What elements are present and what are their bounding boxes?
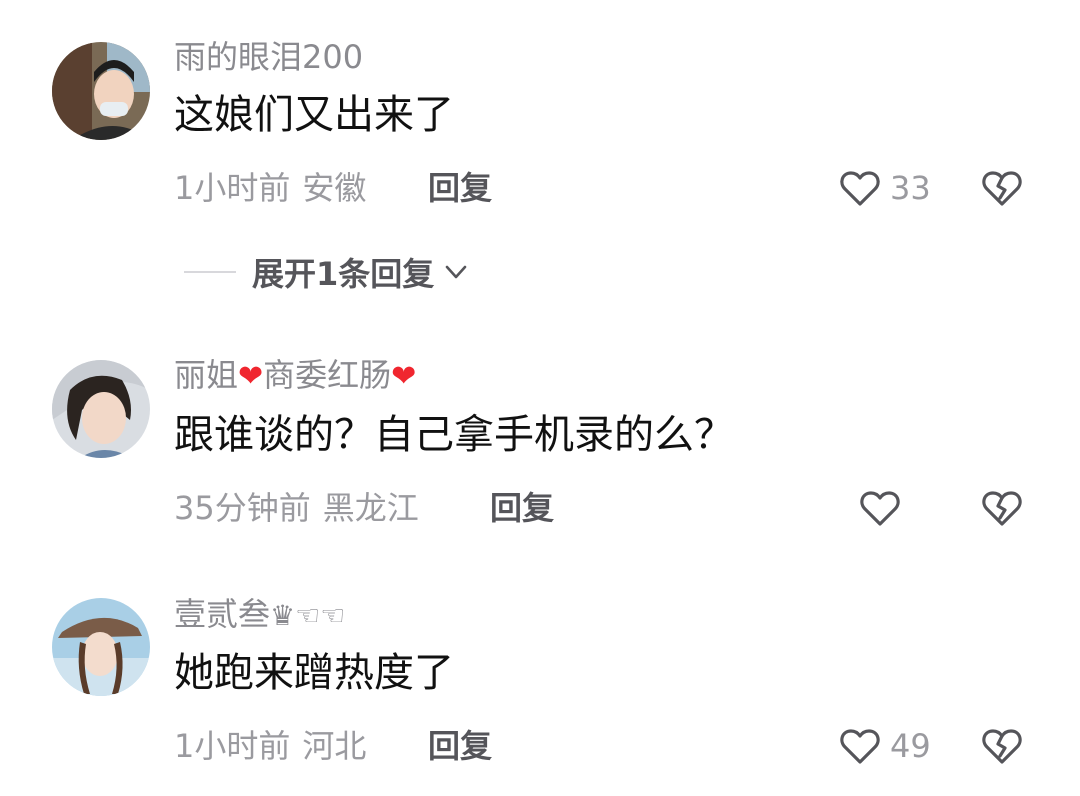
broken-heart-icon bbox=[982, 491, 1022, 526]
comment-meta: 1小时前 河北 bbox=[174, 726, 366, 766]
like-button[interactable] bbox=[858, 486, 910, 530]
like-count: 49 bbox=[890, 727, 931, 765]
comment-location: 黑龙江 bbox=[322, 489, 419, 527]
comment-time: 1小时前 bbox=[174, 727, 291, 765]
like-count: 33 bbox=[890, 169, 931, 207]
crown-emoji-icon: ♛☜☜ bbox=[270, 599, 346, 632]
username-part: 壹贰叁 bbox=[174, 595, 271, 633]
comment-location: 河北 bbox=[302, 727, 367, 765]
chevron-down-icon bbox=[445, 265, 467, 279]
expand-replies-button[interactable]: 展开1条回复 bbox=[184, 248, 470, 296]
username[interactable]: 壹贰叁♛☜☜ bbox=[174, 594, 345, 636]
like-button[interactable]: 49 bbox=[838, 724, 931, 768]
username-part: 商委红肠 bbox=[263, 356, 392, 394]
heart-outline-icon bbox=[840, 729, 880, 764]
username-part: 丽姐 bbox=[174, 356, 239, 394]
dislike-button[interactable] bbox=[980, 166, 1024, 210]
dislike-button[interactable] bbox=[980, 486, 1024, 530]
comment-text: 这娘们又出来了 bbox=[174, 92, 454, 138]
comment-text: 她跑来蹭热度了 bbox=[174, 650, 454, 696]
broken-heart-icon bbox=[982, 729, 1022, 764]
heart-emoji-icon: ❤ bbox=[238, 359, 264, 394]
like-button[interactable]: 33 bbox=[838, 166, 931, 210]
dislike-button[interactable] bbox=[980, 724, 1024, 768]
comment-time: 35分钟前 bbox=[174, 489, 311, 527]
comment-meta: 35分钟前 黑龙江 bbox=[174, 488, 419, 528]
comment-meta: 1小时前 安徽 bbox=[174, 168, 366, 208]
avatar[interactable] bbox=[52, 598, 150, 696]
reply-button[interactable]: 回复 bbox=[428, 726, 492, 766]
username[interactable]: 雨的眼泪200 bbox=[174, 37, 363, 77]
broken-heart-icon bbox=[982, 171, 1022, 206]
divider-line bbox=[184, 271, 236, 273]
expand-replies-label: 展开1条回复 bbox=[252, 255, 435, 293]
avatar[interactable] bbox=[52, 360, 150, 458]
username[interactable]: 丽姐❤商委红肠❤ bbox=[174, 355, 416, 397]
reply-button[interactable]: 回复 bbox=[490, 488, 554, 528]
heart-emoji-icon: ❤ bbox=[391, 359, 417, 394]
reply-button[interactable]: 回复 bbox=[428, 168, 492, 208]
comment-time: 1小时前 bbox=[174, 169, 291, 207]
avatar[interactable] bbox=[52, 42, 150, 140]
heart-outline-icon bbox=[860, 491, 900, 526]
heart-outline-icon bbox=[840, 171, 880, 206]
comment-location: 安徽 bbox=[302, 169, 367, 207]
comment-text: 跟谁谈的？自己拿手机录的么？ bbox=[174, 412, 734, 458]
